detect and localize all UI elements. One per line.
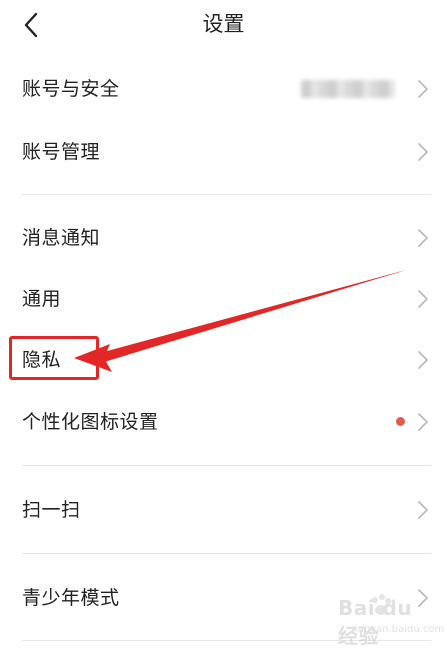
chevron-right-icon: [418, 290, 428, 308]
settings-item-notifications[interactable]: 消息通知: [0, 213, 447, 263]
watermark-subtext: jingyan.baidu.com: [352, 624, 445, 635]
chevron-right-icon: [418, 143, 428, 161]
settings-item-account-manage[interactable]: 账号管理: [0, 127, 447, 177]
section-divider: [22, 465, 431, 466]
settings-item-scan[interactable]: 扫一扫: [0, 485, 447, 535]
settings-item-label: 个性化图标设置: [22, 411, 159, 433]
chevron-right-icon: [418, 413, 428, 431]
settings-item-label: 账号与安全: [22, 78, 120, 100]
chevron-right-icon: [418, 351, 428, 369]
settings-item-privacy[interactable]: 隐私: [0, 335, 447, 385]
settings-item-label: 青少年模式: [22, 587, 120, 609]
blurred-account-value: [301, 80, 395, 98]
chevron-right-icon: [418, 589, 428, 607]
header-bar: 设置: [0, 0, 447, 52]
settings-item-icon-settings[interactable]: 个性化图标设置: [0, 397, 447, 447]
section-divider: [22, 194, 431, 195]
settings-item-label: 扫一扫: [22, 499, 81, 521]
settings-item-label: 隐私: [22, 349, 62, 371]
chevron-right-icon: [418, 80, 428, 98]
settings-item-youth-mode[interactable]: 青少年模式: [0, 573, 447, 623]
chevron-right-icon: [418, 229, 428, 247]
settings-item-label: 消息通知: [22, 227, 101, 249]
settings-item-label: 通用: [22, 288, 62, 310]
page-title: 设置: [202, 12, 245, 36]
section-divider: [22, 640, 431, 641]
settings-item-account-security[interactable]: 账号与安全: [0, 64, 447, 114]
chevron-right-icon: [418, 501, 428, 519]
settings-item-general[interactable]: 通用: [0, 274, 447, 324]
section-divider: [22, 553, 431, 554]
notification-dot: [396, 417, 405, 426]
settings-item-label: 账号管理: [22, 141, 101, 163]
